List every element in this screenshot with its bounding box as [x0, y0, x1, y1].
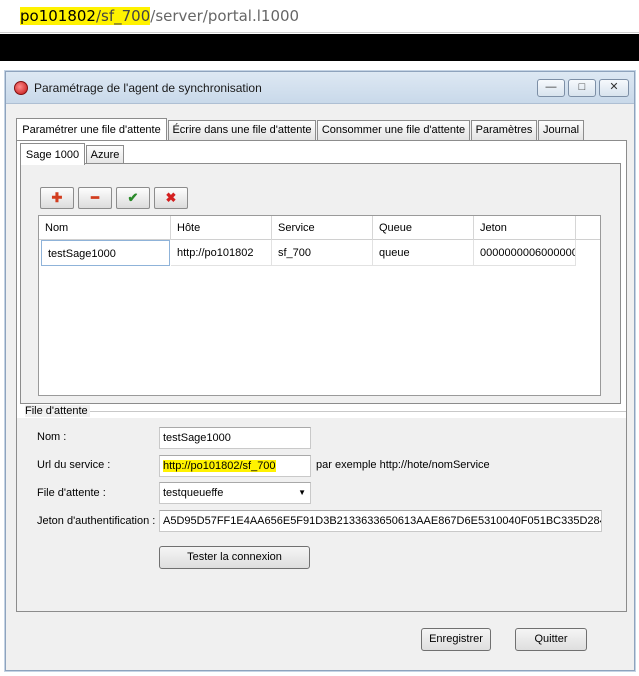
column-nom[interactable]: Nom [39, 216, 171, 240]
url-value: http://po101802/sf_700 [163, 460, 276, 472]
remove-queue-button[interactable]: ━ [78, 187, 112, 209]
table-row[interactable]: testSage1000 http://po101802 sf_700 queu… [39, 240, 600, 266]
url-hint: par exemple http://hote/nomService [316, 459, 490, 471]
cross-icon: ✖ [165, 190, 177, 205]
sync-agent-dialog: Paramétrage de l'agent de synchronisatio… [5, 71, 635, 671]
name-input[interactable]: testSage1000 [159, 427, 311, 449]
queue-label: File d'attente : [37, 487, 106, 499]
tab-consommer-file[interactable]: Consommer une file d'attente [317, 120, 470, 140]
url-input[interactable]: http://po101802/sf_700 [159, 455, 311, 477]
tab-ecrire-file[interactable]: Écrire dans une file d'attente [168, 120, 316, 140]
url-path: /server/portal.l1000 [150, 7, 300, 25]
window-title: Paramétrage de l'agent de synchronisatio… [34, 81, 262, 95]
cancel-edit-button[interactable]: ✖ [154, 187, 188, 209]
close-button[interactable]: ✕ [599, 79, 629, 97]
table-header: Nom Hôte Service Queue Jeton [39, 216, 600, 240]
dropdown-arrow-icon: ▼ [298, 488, 306, 497]
cell-nom[interactable]: testSage1000 [41, 240, 170, 266]
url-text: po101802/sf_700/server/portal.l1000 [20, 7, 299, 25]
queue-select[interactable]: testqueueffe ▼ [159, 482, 311, 504]
tab-parametrer-file[interactable]: Paramétrer une file d'attente [16, 118, 167, 140]
cell-jeton[interactable]: 0000000006000000 [474, 240, 576, 266]
quit-button[interactable]: Quitter [515, 628, 587, 651]
subtab-sage-1000[interactable]: Sage 1000 [20, 143, 85, 165]
check-icon: ✔ [127, 190, 139, 205]
column-hote[interactable]: Hôte [171, 216, 272, 240]
minus-icon: ━ [91, 190, 99, 205]
title-bar[interactable]: Paramétrage de l'agent de synchronisatio… [6, 72, 634, 104]
name-label: Nom : [37, 431, 67, 443]
cell-service[interactable]: sf_700 [272, 240, 373, 266]
section-title: File d'attente [25, 405, 90, 417]
subtab-azure[interactable]: Azure [86, 145, 124, 165]
url-label: Url du service : [37, 459, 111, 471]
add-queue-button[interactable]: ✚ [40, 187, 74, 209]
url-host: po101802 [20, 7, 96, 25]
plus-icon: ✚ [51, 190, 63, 205]
tab-parametres[interactable]: Paramètres [471, 120, 537, 140]
validate-button[interactable]: ✔ [116, 187, 150, 209]
section-divider [86, 411, 626, 412]
browser-toolbar [0, 34, 639, 61]
url-service: sf_700 [101, 7, 151, 25]
queue-select-value: testqueueffe [163, 487, 224, 499]
column-jeton[interactable]: Jeton [474, 216, 576, 240]
queue-table: Nom Hôte Service Queue Jeton testSage100… [38, 215, 601, 396]
column-service[interactable]: Service [272, 216, 373, 240]
minimize-button[interactable]: — [537, 79, 565, 97]
address-bar[interactable]: po101802/sf_700/server/portal.l1000 [0, 0, 639, 33]
token-label: Jeton d'authentification : [37, 515, 156, 527]
save-button[interactable]: Enregistrer [421, 628, 491, 651]
column-queue[interactable]: Queue [373, 216, 474, 240]
cell-hote[interactable]: http://po101802 [171, 240, 272, 266]
token-input[interactable]: A5D95D57FF1E4AA656E5F91D3B2133633650613A… [159, 510, 602, 532]
maximize-button[interactable]: □ [568, 79, 596, 97]
test-connection-button[interactable]: Tester la connexion [159, 546, 310, 569]
cell-queue[interactable]: queue [373, 240, 474, 266]
app-icon [14, 81, 28, 95]
tab-journal[interactable]: Journal [538, 120, 584, 140]
